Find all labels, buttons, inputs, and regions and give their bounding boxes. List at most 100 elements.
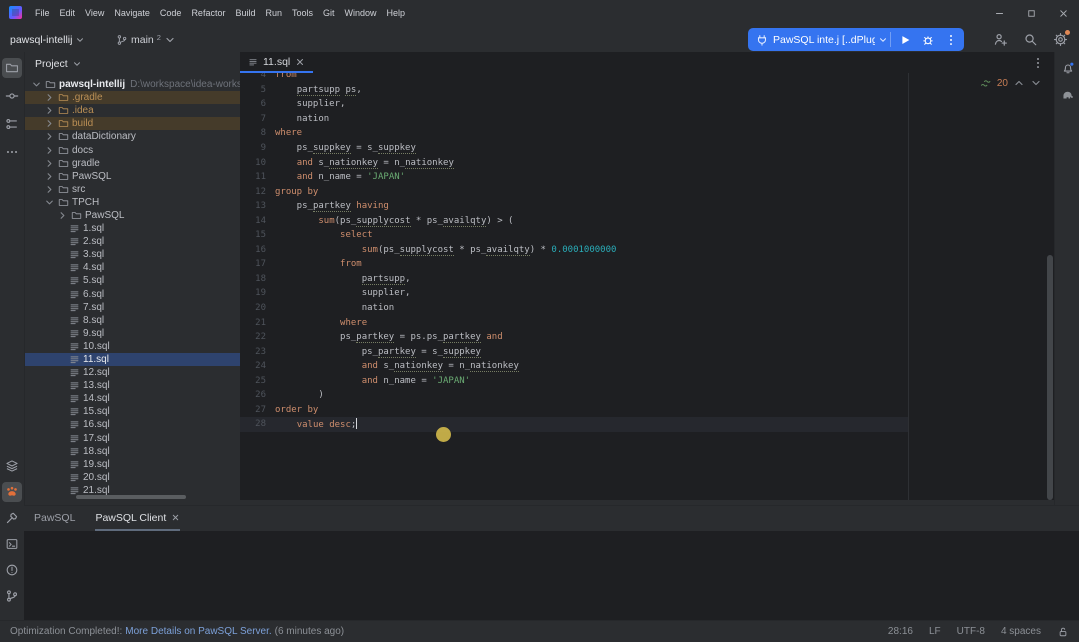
vertical-scrollbar[interactable] xyxy=(1047,255,1053,500)
code-line-4[interactable]: 4 from xyxy=(240,73,1054,83)
menu-item-file[interactable]: File xyxy=(30,6,55,20)
code-line-18[interactable]: 18 partsupp, xyxy=(240,272,1054,287)
tree-item-5.sql[interactable]: 5.sql xyxy=(25,274,241,287)
code-line-16[interactable]: 16 sum(ps_supplycost * ps_availqty) * 0.… xyxy=(240,243,1054,258)
branch-widget[interactable]: main 2 xyxy=(112,30,180,49)
tree-item-9.sql[interactable]: 9.sql xyxy=(25,327,241,340)
close-tab-icon[interactable] xyxy=(295,57,305,67)
tree-item-18.sql[interactable]: 18.sql xyxy=(25,445,241,458)
tree-item-2.sql[interactable]: 2.sql xyxy=(25,235,241,248)
menu-item-tools[interactable]: Tools xyxy=(287,6,318,20)
bottom-tab-pawsql-client[interactable]: PawSQL Client xyxy=(95,506,181,531)
tree-item-docs[interactable]: docs xyxy=(25,143,241,156)
code-line-28[interactable]: 28 value desc; xyxy=(240,417,1054,432)
code-line-26[interactable]: 26 ) xyxy=(240,388,1054,403)
code-line-21[interactable]: 21 where xyxy=(240,315,1054,330)
caret-position-widget[interactable]: 28:16 xyxy=(888,626,913,637)
menu-item-run[interactable]: Run xyxy=(260,6,287,20)
code-line-23[interactable]: 23 ps_partkey = s_suppkey xyxy=(240,344,1054,359)
code-line-24[interactable]: 24 and s_nationkey = n_nationkey xyxy=(240,359,1054,374)
tree-item-6.sql[interactable]: 6.sql xyxy=(25,288,241,301)
tool-window-button-terminal[interactable] xyxy=(2,534,22,554)
project-panel-header[interactable]: Project xyxy=(25,52,241,70)
search-everywhere-button[interactable] xyxy=(1015,28,1045,51)
more-run-options-button[interactable] xyxy=(939,28,962,51)
tool-window-button-version-control[interactable] xyxy=(2,586,22,606)
tool-window-button-services[interactable] xyxy=(2,456,22,476)
tool-window-button-more-tool-windows[interactable] xyxy=(2,142,22,162)
tree-item-3.sql[interactable]: 3.sql xyxy=(25,248,241,261)
code-line-25[interactable]: 25 and n_name = 'JAPAN' xyxy=(240,373,1054,388)
line-separator-widget[interactable]: LF xyxy=(929,626,941,637)
editor-tab-11sql[interactable]: 11.sql xyxy=(240,52,314,73)
code-line-10[interactable]: 10 and s_nationkey = n_nationkey xyxy=(240,155,1054,170)
tree-item-1.sql[interactable]: 1.sql xyxy=(25,222,241,235)
code-line-9[interactable]: 9 ps_suppkey = s_suppkey xyxy=(240,141,1054,156)
code-area[interactable]: 4 from 5 partsupp ps, 6 supplier, 7 nation 8 w… xyxy=(240,73,1054,500)
code-with-me-button[interactable] xyxy=(985,28,1015,51)
lock-open-icon[interactable] xyxy=(1057,626,1069,638)
chevron-up-icon[interactable] xyxy=(1013,77,1025,89)
maximize-button[interactable] xyxy=(1015,0,1047,26)
tree-item-16.sql[interactable]: 16.sql xyxy=(25,418,241,431)
tree-item-7.sql[interactable]: 7.sql xyxy=(25,301,241,314)
tree-item-14.sql[interactable]: 14.sql xyxy=(25,392,241,405)
close-window-button[interactable] xyxy=(1047,0,1079,26)
tree-item-build[interactable]: build xyxy=(25,117,241,131)
code-line-13[interactable]: 13 ps_partkey having xyxy=(240,199,1054,214)
menu-item-build[interactable]: Build xyxy=(230,6,260,20)
status-message-link[interactable]: More Details on PawSQL Server. xyxy=(125,626,271,637)
tree-item-8.sql[interactable]: 8.sql xyxy=(25,314,241,327)
indent-widget[interactable]: 4 spaces xyxy=(1001,626,1041,637)
chevron-down-icon[interactable] xyxy=(1030,77,1042,89)
tree-item-gradle[interactable]: gradle xyxy=(25,157,241,170)
settings-button[interactable] xyxy=(1045,28,1075,51)
tree-item-13.sql[interactable]: 13.sql xyxy=(25,379,241,392)
menu-item-view[interactable]: View xyxy=(80,6,109,20)
code-line-8[interactable]: 8 where xyxy=(240,126,1054,141)
code-line-17[interactable]: 17 from xyxy=(240,257,1054,272)
tree-item-src[interactable]: src xyxy=(25,183,241,196)
code-line-6[interactable]: 6 supplier, xyxy=(240,97,1054,112)
menu-item-help[interactable]: Help xyxy=(382,6,411,20)
code-line-7[interactable]: 7 nation xyxy=(240,112,1054,127)
menu-item-refactor[interactable]: Refactor xyxy=(186,6,230,20)
run-button[interactable] xyxy=(893,28,916,51)
tool-window-button-project[interactable] xyxy=(2,58,22,78)
code-line-27[interactable]: 27 order by xyxy=(240,403,1054,418)
tree-item-10.sql[interactable]: 10.sql xyxy=(25,340,241,353)
tree-item-pawsql[interactable]: PawSQL xyxy=(25,209,241,222)
code-line-12[interactable]: 12 group by xyxy=(240,184,1054,199)
tool-window-button-commit[interactable] xyxy=(2,86,22,106)
tree-item-pawsql[interactable]: PawSQL xyxy=(25,170,241,183)
pawsql-client-console[interactable] xyxy=(24,531,1079,621)
menu-item-window[interactable]: Window xyxy=(340,6,382,20)
code-line-14[interactable]: 14 sum(ps_supplycost * ps_availqty) > ( xyxy=(240,213,1054,228)
inspections-widget[interactable]: 20 xyxy=(980,77,1042,89)
project-selector[interactable]: pawsql-intellij xyxy=(6,30,89,49)
code-line-15[interactable]: 15 select xyxy=(240,228,1054,243)
tree-item-12.sql[interactable]: 12.sql xyxy=(25,366,241,379)
chevron-down-icon[interactable] xyxy=(878,35,888,45)
tree-item-.idea[interactable]: .idea xyxy=(25,104,241,117)
gradle-button[interactable] xyxy=(1058,85,1078,105)
encoding-widget[interactable]: UTF-8 xyxy=(957,626,985,637)
code-line-22[interactable]: 22 ps_partkey = ps.ps_partkey and xyxy=(240,330,1054,345)
tool-window-button-build[interactable] xyxy=(2,508,22,528)
tree-item-tpch[interactable]: TPCH xyxy=(25,196,241,209)
horizontal-scrollbar[interactable] xyxy=(76,495,186,499)
tool-window-button-structure[interactable] xyxy=(2,114,22,134)
code-line-20[interactable]: 20 nation xyxy=(240,301,1054,316)
tree-item-17.sql[interactable]: 17.sql xyxy=(25,432,241,445)
menu-item-navigate[interactable]: Navigate xyxy=(109,6,155,20)
tree-item-11.sql[interactable]: 11.sql xyxy=(25,352,241,367)
tree-item-.gradle[interactable]: .gradle xyxy=(25,91,241,105)
tree-item-15.sql[interactable]: 15.sql xyxy=(25,405,241,418)
code-line-19[interactable]: 19 supplier, xyxy=(240,286,1054,301)
tree-item-datadictionary[interactable]: dataDictionary xyxy=(25,130,241,143)
menu-item-edit[interactable]: Edit xyxy=(55,6,81,20)
tool-window-button-problems[interactable] xyxy=(2,560,22,580)
tree-item-4.sql[interactable]: 4.sql xyxy=(25,261,241,274)
menu-item-code[interactable]: Code xyxy=(155,6,187,20)
debug-button[interactable] xyxy=(916,28,939,51)
